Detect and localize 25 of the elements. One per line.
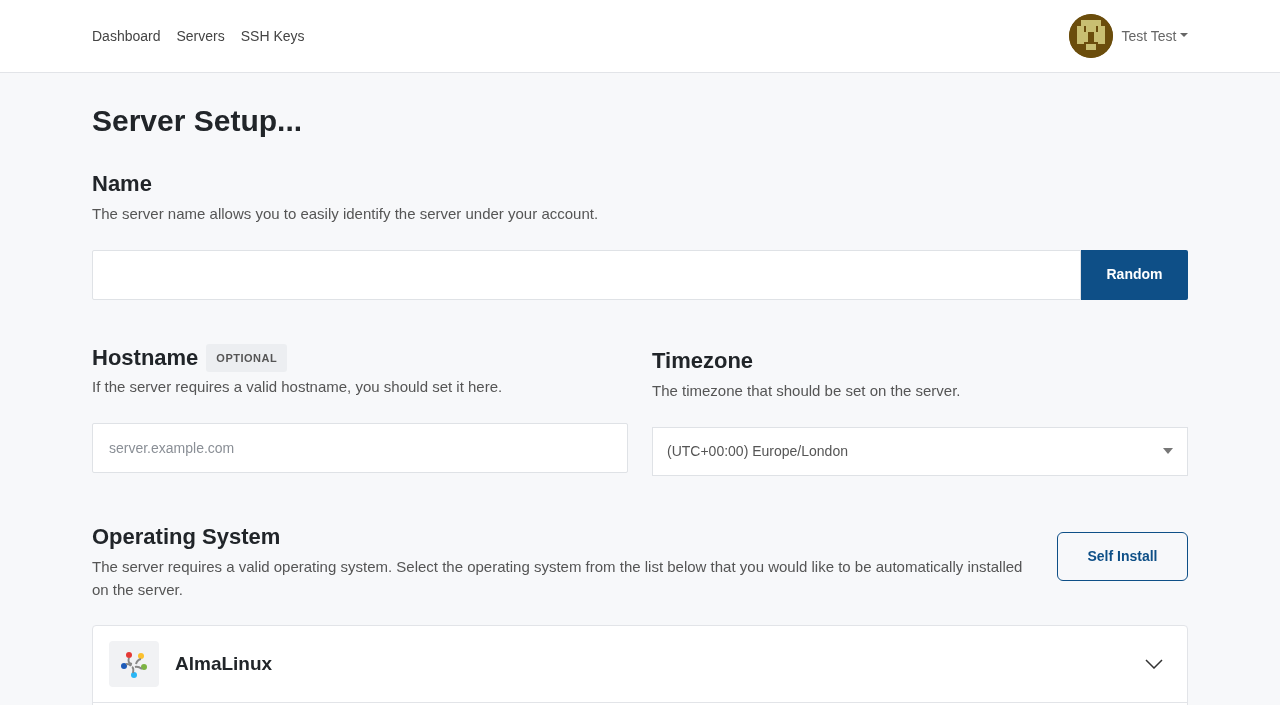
section-description: The server name allows you to easily identify the server under your account. — [92, 204, 600, 225]
os-name: AlmaLinux — [175, 651, 273, 676]
optional-badge: OPTIONAL — [206, 343, 288, 373]
self-install-button[interactable]: Self Install — [1057, 531, 1188, 581]
section-heading: Name — [92, 171, 153, 198]
page-title: Server Setup... — [92, 103, 304, 139]
os-logo-icon — [109, 641, 159, 688]
chevron-down-icon — [1145, 659, 1163, 670]
section-description: The timezone that should be set on the server. — [652, 381, 962, 402]
section-description: If the server requires a valid hostname, you should set it here. — [92, 377, 504, 398]
name-input[interactable] — [92, 249, 1081, 300]
section-description: The server requires a valid operating system. Select the operating system from the list below that you would like to be automatically installed on the server. — [92, 557, 1024, 600]
section-heading: Hostname — [92, 344, 199, 372]
avatar-icon[interactable] — [1069, 14, 1114, 58]
section-heading: Timezone — [652, 347, 755, 375]
nav-link[interactable]: Dashboard — [92, 25, 161, 47]
hostname-input[interactable]: server.example.com — [92, 422, 628, 473]
user-menu[interactable]: Test Test — [1121, 25, 1188, 47]
nav-link[interactable]: SSH Keys — [240, 25, 305, 47]
nav-link[interactable]: Servers — [176, 25, 225, 47]
random-button[interactable]: Random — [1081, 249, 1188, 300]
caret-icon — [1163, 448, 1173, 455]
section-heading: Operating System — [92, 523, 282, 551]
os-option-card[interactable]: AlmaLinux — [92, 625, 1188, 705]
timezone-select[interactable]: (UTC+00:00) Europe/London — [652, 426, 1188, 476]
